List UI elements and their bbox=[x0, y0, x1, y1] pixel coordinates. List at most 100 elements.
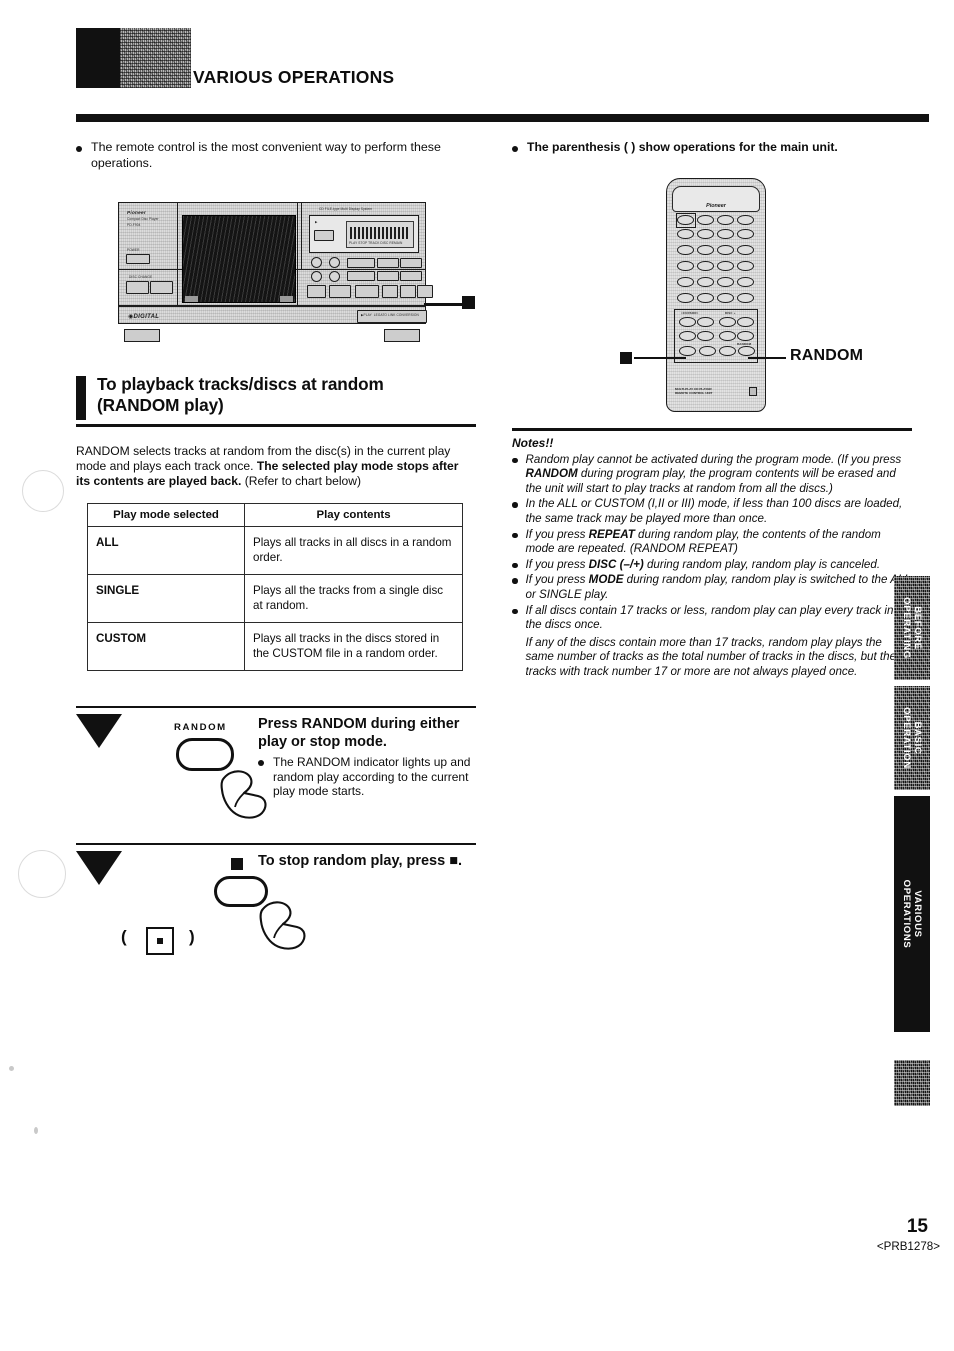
table-cell-contents: Plays all tracks in all discs in a rando… bbox=[244, 526, 463, 575]
side-tab-label: VARIOUS OPERATIONS bbox=[901, 879, 923, 949]
bullet-dot-icon bbox=[512, 502, 518, 508]
remote-footer-caption: MULTI-PLAY CD PLAYER REMOTE CONTROL UNIT bbox=[675, 387, 713, 395]
intro-bullet-left-text: The remote control is the most convenien… bbox=[91, 140, 441, 170]
step-2-main-unit-key-illustration bbox=[146, 927, 174, 955]
bullet-dot-icon bbox=[512, 532, 518, 539]
step-2-stop-symbol-icon bbox=[231, 858, 243, 870]
section-bar bbox=[76, 376, 86, 420]
remote-random-callout-label: RANDOM bbox=[790, 347, 864, 364]
step-divider bbox=[76, 706, 476, 708]
note-item: In the ALL or CUSTOM (I,II or III) mode,… bbox=[512, 497, 912, 526]
notes-section: Notes!! Random play cannot be activated … bbox=[512, 436, 912, 680]
remote-brand-logo: Pioneer bbox=[706, 203, 726, 209]
step-2: ( ) To stop random play, press ■. bbox=[76, 843, 476, 963]
section-heading: To playback tracks/discs at random (RAND… bbox=[76, 374, 476, 427]
table-cell-contents: Plays all tracks in the discs stored in … bbox=[244, 622, 463, 671]
side-tab-before-operating[interactable]: BEFORE OPERATING bbox=[894, 576, 930, 680]
document-code: <PRB1278> bbox=[876, 1240, 940, 1253]
side-tab-various-operations[interactable]: VARIOUS OPERATIONS bbox=[894, 796, 930, 1032]
remote-random-lead-line bbox=[748, 357, 786, 359]
intro-bullet-right: The parenthesis ( ) show operations for … bbox=[512, 140, 912, 156]
play-modes-table: Play mode selected Play contents ALL Pla… bbox=[87, 503, 463, 671]
right-column: The parenthesis ( ) show operations for … bbox=[512, 140, 912, 156]
side-tab-blank[interactable] bbox=[894, 1060, 930, 1106]
step-1-text: Press RANDOM during either play or stop … bbox=[258, 716, 476, 799]
note-item: If you press DISC (–/+) during random pl… bbox=[512, 558, 912, 573]
scan-speck bbox=[34, 1127, 38, 1134]
table-header-mode: Play mode selected bbox=[87, 503, 245, 527]
table-row: CUSTOM Plays all tracks in the discs sto… bbox=[87, 622, 463, 671]
table-row: ALL Plays all tracks in all discs in a r… bbox=[87, 526, 463, 575]
unit-stop-button bbox=[382, 285, 398, 298]
header-swatch bbox=[76, 28, 191, 88]
bullet-dot-icon bbox=[512, 608, 518, 615]
step-2-title: To stop random play, press ■. bbox=[258, 853, 463, 869]
unit-display-caption: CD FILE-type Multi Display System bbox=[319, 207, 373, 211]
note-text: If you press MODE during random play, ra… bbox=[525, 573, 911, 601]
remote-stop-lead-line bbox=[634, 357, 686, 359]
note-item: If all discs contain 17 tracks or less, … bbox=[512, 604, 912, 680]
bullet-dot-icon bbox=[76, 146, 82, 152]
intro-part2: (Refer to chart below) bbox=[241, 474, 361, 488]
step-1-note: The RANDOM indicator lights up and rando… bbox=[258, 755, 476, 799]
side-tab-basic-operation[interactable]: BASIC OPERATION bbox=[894, 686, 930, 790]
unit-brand-logo: Pioneer bbox=[127, 210, 146, 215]
table-header-contents: Play contents bbox=[244, 503, 463, 527]
main-unit-callout-stop-marker bbox=[462, 296, 475, 309]
bullet-dot-icon bbox=[512, 578, 518, 584]
table-cell-mode: SINGLE bbox=[87, 574, 245, 623]
pointing-hand-icon bbox=[259, 901, 306, 950]
intro-bullet-left: The remote control is the most convenien… bbox=[76, 140, 476, 171]
section-heading-line2: (RANDOM play) bbox=[97, 395, 224, 415]
intro-bullet-right-text: The parenthesis ( ) show operations for … bbox=[527, 140, 838, 154]
page-title: VARIOUS OPERATIONS bbox=[193, 67, 395, 87]
step-2-text: To stop random play, press ■. bbox=[258, 853, 476, 871]
step-arrow-icon bbox=[76, 714, 122, 748]
note-item: If you press REPEAT during random play, … bbox=[512, 528, 912, 557]
step-1-title: Press RANDOM during either play or stop … bbox=[258, 716, 460, 750]
scan-artifact bbox=[22, 470, 64, 512]
unit-model: PD-F904 bbox=[127, 223, 141, 227]
section-intro: RANDOM selects tracks at random from the… bbox=[76, 444, 472, 489]
note-text: If you press REPEAT during random play, … bbox=[525, 527, 881, 556]
step-1-key-label: RANDOM bbox=[174, 722, 227, 733]
section-rule bbox=[76, 424, 476, 427]
main-unit-illustration: Pioneer Compact Disc Player PD-F904 POWE… bbox=[112, 196, 433, 344]
remote-stop-callout-marker bbox=[620, 352, 632, 364]
remote-control-illustration: Pioneer <CURSOR> DISC + RANDOM MULTI-PLA… bbox=[666, 178, 766, 412]
step-1-note-text: The RANDOM indicator lights up and rando… bbox=[273, 755, 471, 799]
bullet-dot-icon bbox=[512, 562, 518, 569]
table-header-row: Play mode selected Play contents bbox=[87, 503, 463, 527]
bullet-dot-icon bbox=[258, 760, 264, 766]
step-1: RANDOM Press RANDOM during either play o… bbox=[76, 706, 476, 826]
section-heading-line1: To playback tracks/discs at random bbox=[97, 374, 384, 394]
step-2-paren-open: ( bbox=[121, 927, 127, 946]
note-item: Random play cannot be activated during t… bbox=[512, 453, 912, 497]
note-text: Random play cannot be activated during t… bbox=[525, 452, 902, 495]
notes-list: Random play cannot be activated during t… bbox=[512, 453, 912, 680]
note-text: If all discs contain 17 tracks or less, … bbox=[526, 604, 913, 680]
bullet-dot-icon bbox=[512, 457, 518, 464]
step-arrow-icon bbox=[76, 851, 122, 885]
remote-sensor-icon bbox=[749, 387, 757, 396]
note-text: If you press DISC (–/+) during random pl… bbox=[525, 557, 881, 571]
table-cell-mode: ALL bbox=[87, 526, 245, 575]
side-tab-label: BASIC OPERATION bbox=[901, 707, 923, 769]
left-column: The remote control is the most convenien… bbox=[76, 140, 476, 171]
step-divider bbox=[76, 843, 476, 845]
table-row: SINGLE Plays all the tracks from a singl… bbox=[87, 574, 463, 623]
bullet-dot-icon bbox=[512, 146, 518, 152]
notes-rule bbox=[512, 428, 912, 431]
step-2-paren-close: ) bbox=[189, 927, 195, 946]
header-rule bbox=[76, 114, 929, 122]
note-extra-text: If any of the discs contain more than 17… bbox=[525, 635, 897, 678]
note-item: If you press MODE during random play, ra… bbox=[512, 573, 912, 602]
scan-speck bbox=[9, 1066, 14, 1071]
side-tab-label: BEFORE OPERATING bbox=[901, 597, 923, 659]
scan-artifact bbox=[18, 850, 66, 898]
table-cell-mode: CUSTOM bbox=[87, 622, 245, 671]
table-cell-contents: Plays all the tracks from a single disc … bbox=[244, 574, 463, 623]
notes-title: Notes!! bbox=[512, 436, 554, 450]
manual-page: VARIOUS OPERATIONS The remote control is… bbox=[0, 0, 954, 1351]
note-text: In the ALL or CUSTOM (I,II or III) mode,… bbox=[525, 497, 903, 525]
